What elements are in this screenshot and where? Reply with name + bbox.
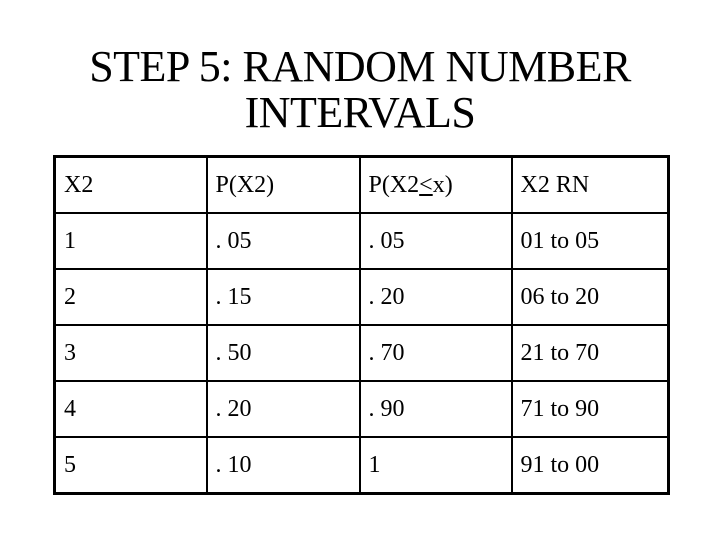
header-random-number-interval: X2 RN [510, 155, 670, 214]
cell-x2: 5 [53, 436, 208, 495]
table-row: 3 . 50 . 70 21 to 70 [53, 324, 670, 382]
cell-rn-interval: 91 to 00 [510, 436, 670, 495]
slide-title: STEP 5: RANDOM NUMBER INTERVALS [0, 44, 720, 136]
cell-probability: . 50 [205, 324, 361, 382]
cell-x2: 2 [53, 268, 208, 326]
random-number-intervals-table: X2 P(X2) P(X2<x) X2 RN 1 . 05 . 05 01 to… [53, 155, 670, 495]
table-header-row: X2 P(X2) P(X2<x) X2 RN [53, 155, 670, 214]
table-row: 5 . 10 1 91 to 00 [53, 436, 670, 495]
header-cumulative-suffix: x) [432, 171, 453, 198]
cell-rn-interval: 21 to 70 [510, 324, 670, 382]
cell-cumulative: . 90 [358, 380, 513, 438]
cell-x2: 3 [53, 324, 208, 382]
slide-title-line-1: STEP 5: RANDOM NUMBER [89, 42, 631, 91]
cell-cumulative: . 70 [358, 324, 513, 382]
header-cumulative-prefix: P(X2 [368, 171, 420, 198]
cell-cumulative: . 20 [358, 268, 513, 326]
cell-probability: . 05 [205, 212, 361, 270]
header-probability: P(X2) [205, 155, 361, 214]
cell-probability: . 15 [205, 268, 361, 326]
table-row: 2 . 15 . 20 06 to 20 [53, 268, 670, 326]
header-x2: X2 [53, 155, 208, 214]
header-cumulative-probability: P(X2<x) [358, 155, 513, 214]
cell-probability: . 10 [205, 436, 361, 495]
slide-title-line-2: INTERVALS [244, 88, 476, 137]
cell-cumulative: 1 [358, 436, 513, 495]
cell-rn-interval: 71 to 90 [510, 380, 670, 438]
cell-rn-interval: 01 to 05 [510, 212, 670, 270]
cell-probability: . 20 [205, 380, 361, 438]
cell-cumulative: . 05 [358, 212, 513, 270]
less-equal-symbol: < [419, 171, 433, 198]
cell-rn-interval: 06 to 20 [510, 268, 670, 326]
table-row: 4 . 20 . 90 71 to 90 [53, 380, 670, 438]
cell-x2: 1 [53, 212, 208, 270]
table-row: 1 . 05 . 05 01 to 05 [53, 212, 670, 270]
cell-x2: 4 [53, 380, 208, 438]
